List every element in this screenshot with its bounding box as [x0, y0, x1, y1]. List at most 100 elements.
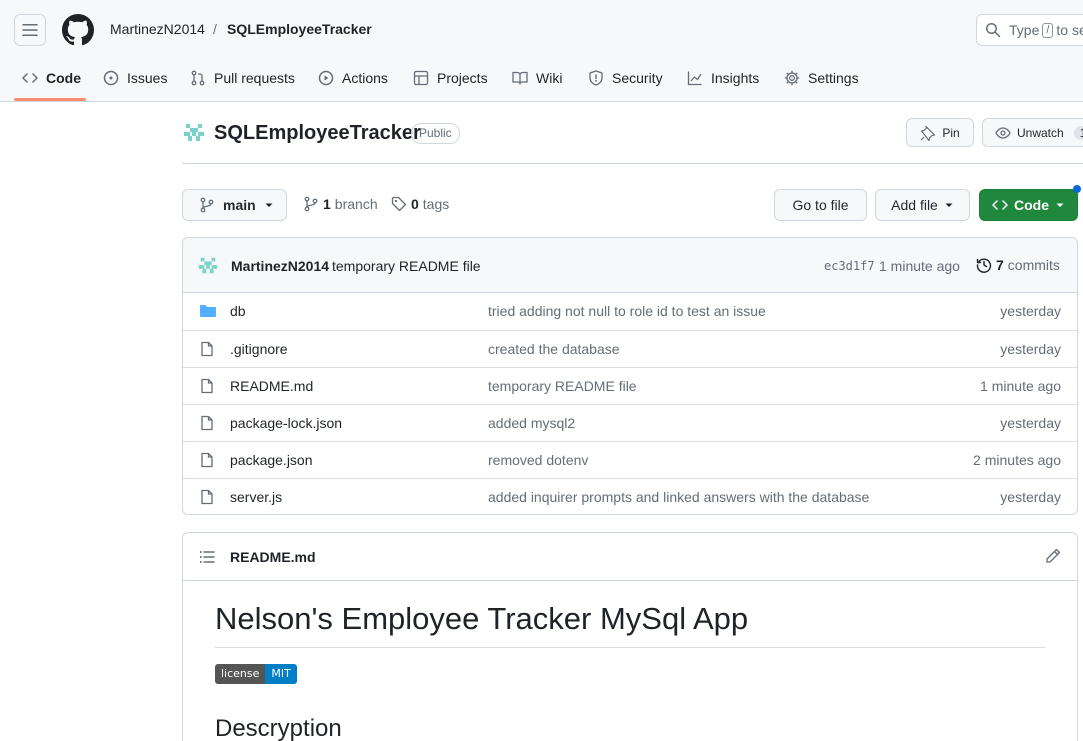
tag-count-link[interactable]: 0 tags: [391, 196, 449, 212]
branch-icon: [304, 196, 318, 212]
pull-request-icon: [191, 70, 205, 86]
breadcrumb-owner[interactable]: MartinezN2014: [110, 21, 205, 37]
watch-count: 1: [1073, 125, 1083, 140]
divider: [182, 163, 1083, 164]
file-age: 1 minute ago: [980, 378, 1061, 394]
github-logo-icon[interactable]: [62, 14, 94, 46]
tab-security-label: Security: [612, 70, 663, 86]
file-commit-message[interactable]: tried adding not null to role id to test…: [488, 303, 766, 319]
file-icon: [201, 452, 213, 468]
branch-count-link[interactable]: 1 branch: [303, 196, 378, 212]
file-commit-message[interactable]: added inquirer prompts and linked answer…: [488, 489, 869, 505]
pencil-icon[interactable]: [1045, 548, 1061, 564]
branch-count: 1: [323, 196, 331, 212]
readme-header: README.md: [183, 533, 1077, 581]
search-input[interactable]: Type / to se: [976, 14, 1083, 46]
menu-button[interactable]: [14, 14, 46, 46]
commit-author[interactable]: MartinezN2014: [231, 258, 329, 274]
add-file-button[interactable]: Add file: [875, 189, 970, 221]
license-badge[interactable]: license MIT: [215, 664, 297, 684]
code-icon: [992, 200, 1008, 210]
file-commit-message[interactable]: added mysql2: [488, 415, 575, 431]
outline-list-icon[interactable]: [199, 549, 215, 565]
tab-issues[interactable]: Issues: [103, 60, 167, 96]
commit-history-link[interactable]: 7 commits: [976, 257, 1060, 273]
tab-code-label: Code: [46, 70, 81, 86]
history-icon: [976, 258, 992, 273]
file-name[interactable]: package-lock.json: [230, 415, 342, 431]
tab-projects[interactable]: Projects: [413, 60, 488, 96]
repo-avatar: [182, 121, 206, 145]
commit-sha[interactable]: ec3d1f7: [824, 259, 875, 273]
branch-count-label: branch: [334, 196, 378, 212]
add-file-label: Add file: [891, 197, 938, 213]
author-avatar[interactable]: [197, 255, 219, 277]
file-name[interactable]: README.md: [230, 378, 313, 394]
table-row[interactable]: server.js added inquirer prompts and lin…: [183, 478, 1077, 514]
file-icon: [201, 415, 213, 431]
tab-settings-label: Settings: [808, 70, 859, 86]
go-to-file-button[interactable]: Go to file: [774, 189, 867, 221]
file-commit-message[interactable]: created the database: [488, 341, 620, 357]
table-row[interactable]: db tried adding not null to role id to t…: [183, 293, 1077, 330]
unwatch-button[interactable]: Unwatch 1: [982, 118, 1083, 147]
table-row[interactable]: package-lock.json added mysql2 yesterday: [183, 404, 1077, 441]
repo-title[interactable]: SQLEmployeeTracker: [214, 122, 421, 145]
chevron-down-icon: [1056, 203, 1064, 207]
code-button[interactable]: Code: [979, 189, 1078, 221]
file-name[interactable]: .gitignore: [230, 341, 288, 357]
license-badge-label: license: [215, 664, 266, 684]
tab-settings[interactable]: Settings: [784, 60, 859, 96]
file-name[interactable]: server.js: [230, 489, 282, 505]
pin-icon: [920, 125, 936, 141]
tab-pull-requests[interactable]: Pull requests: [190, 60, 295, 96]
file-age: yesterday: [1000, 303, 1061, 319]
file-name[interactable]: package.json: [230, 452, 313, 468]
search-placeholder-suffix: to se: [1056, 22, 1083, 38]
tab-projects-label: Projects: [437, 70, 488, 86]
search-shortcut-key: /: [1042, 22, 1054, 38]
visibility-badge: Public: [411, 123, 460, 144]
notification-dot: [1073, 185, 1081, 193]
search-placeholder-prefix: Type: [1009, 22, 1040, 38]
book-icon: [512, 71, 528, 85]
commit-count-label: commits: [1007, 257, 1060, 273]
chevron-down-icon: [265, 203, 273, 207]
hamburger-icon: [22, 24, 38, 36]
commit-message[interactable]: temporary README file: [332, 258, 481, 274]
eye-icon: [995, 126, 1011, 139]
readme-filename[interactable]: README.md: [230, 549, 316, 565]
table-row[interactable]: .gitignore created the database yesterda…: [183, 330, 1077, 367]
readme-heading: Nelson's Employee Tracker MySql App: [215, 601, 749, 636]
file-icon: [201, 341, 213, 357]
search-icon: [986, 23, 1001, 38]
latest-commit-bar: MartinezN2014 temporary README file ec3d…: [183, 238, 1077, 293]
breadcrumb-separator: /: [213, 21, 217, 37]
file-age: yesterday: [1000, 341, 1061, 357]
tab-security[interactable]: Security: [588, 60, 663, 96]
unwatch-label: Unwatch: [1017, 125, 1064, 140]
shield-icon: [589, 70, 603, 86]
file-commit-message[interactable]: temporary README file: [488, 378, 637, 394]
tab-actions[interactable]: Actions: [318, 60, 388, 96]
code-icon: [22, 73, 38, 83]
branch-selector[interactable]: main: [182, 189, 287, 221]
tag-count: 0: [411, 196, 419, 212]
table-row[interactable]: README.md temporary README file 1 minute…: [183, 367, 1077, 404]
tab-wiki[interactable]: Wiki: [512, 60, 562, 96]
pin-button[interactable]: Pin: [906, 118, 974, 147]
issue-icon: [103, 70, 119, 86]
table-icon: [413, 70, 429, 86]
active-tab-indicator: [14, 98, 86, 101]
go-to-file-label: Go to file: [792, 197, 849, 213]
tab-insights[interactable]: Insights: [687, 60, 759, 96]
chevron-down-icon: [945, 203, 953, 207]
tab-code[interactable]: Code: [22, 60, 81, 96]
table-row[interactable]: package.json removed dotenv 2 minutes ag…: [183, 441, 1077, 478]
file-name[interactable]: db: [230, 303, 246, 319]
pin-label: Pin: [942, 125, 960, 140]
file-commit-message[interactable]: removed dotenv: [488, 452, 588, 468]
breadcrumb-repo[interactable]: SQLEmployeeTracker: [227, 21, 372, 37]
code-button-label: Code: [1014, 197, 1049, 213]
tag-icon: [391, 196, 407, 212]
